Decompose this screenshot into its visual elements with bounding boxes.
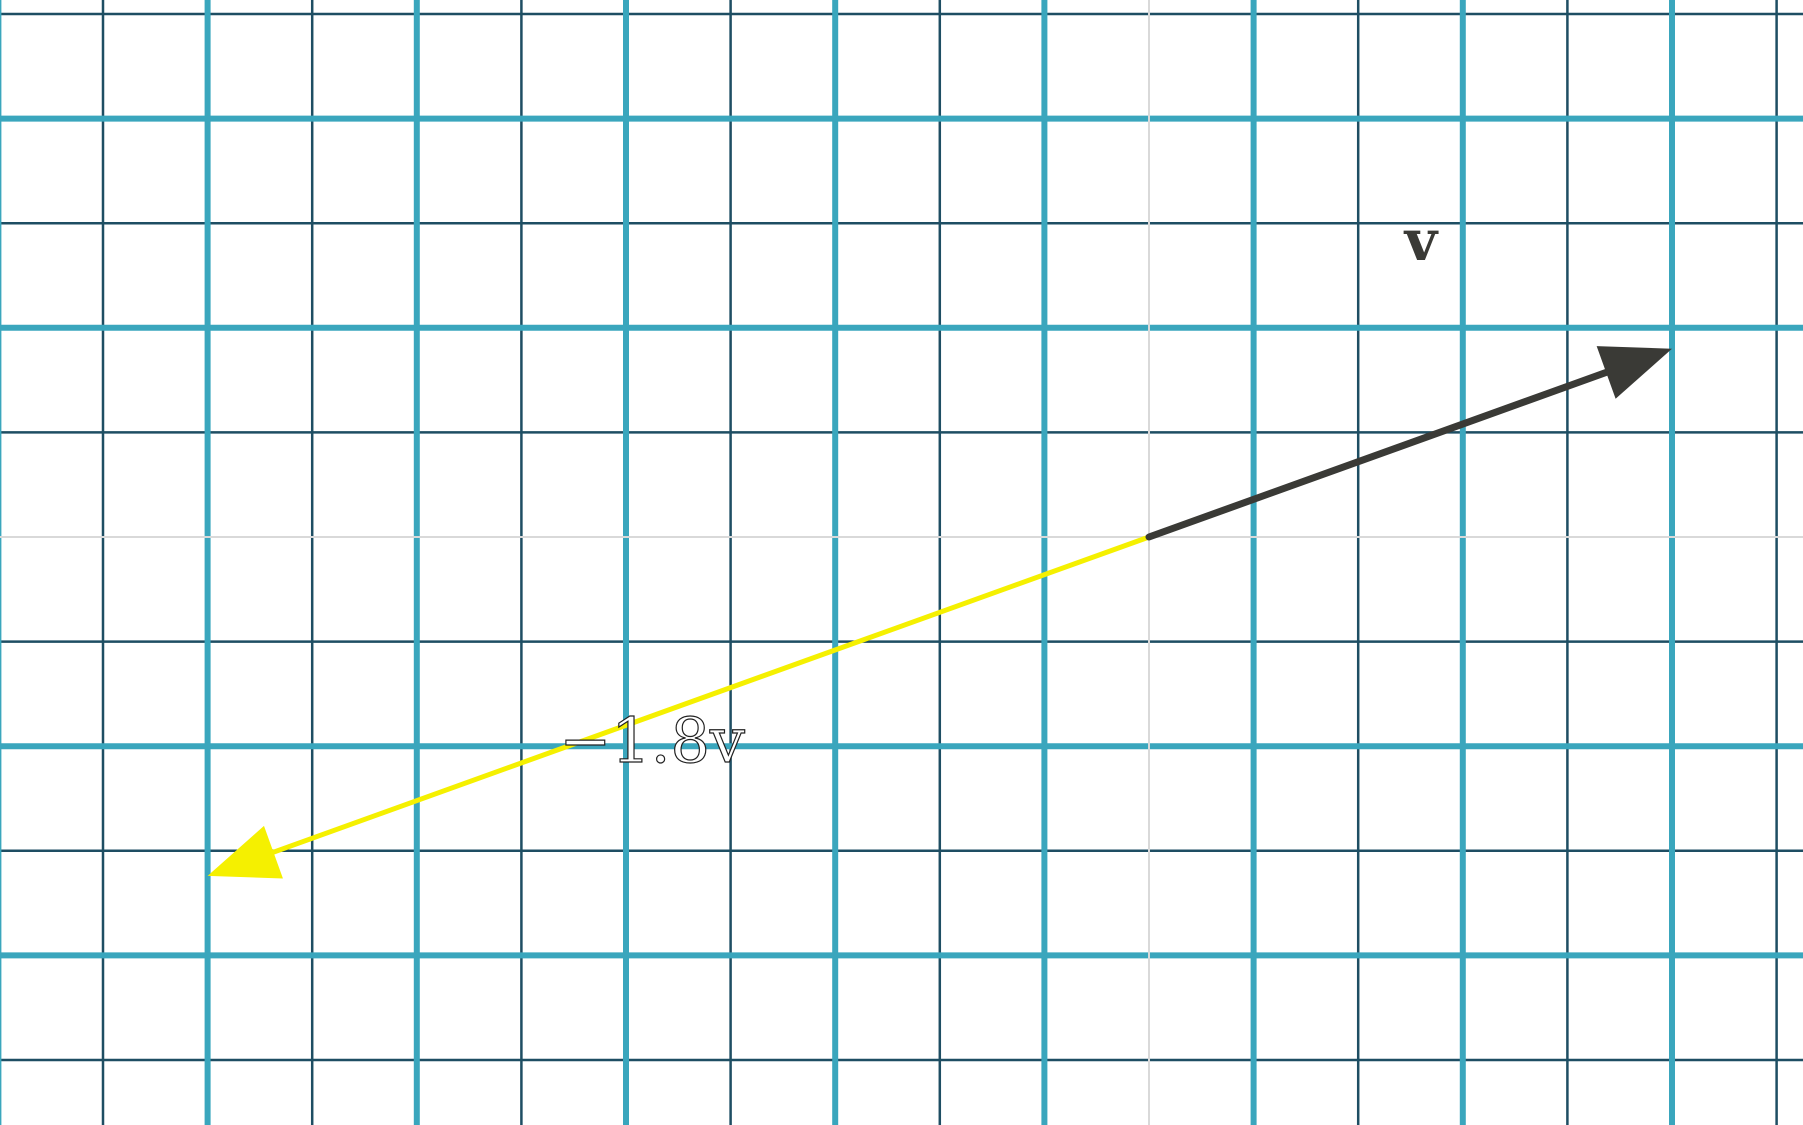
scaled-vector-label: −1.8v xyxy=(559,704,745,777)
vector-v-label: v xyxy=(1403,208,1439,274)
vector-v-label-symbol: v xyxy=(1403,208,1439,274)
vector-diagram: v −1.8v xyxy=(0,0,1803,1125)
scaled-vector-label-symbol: v xyxy=(709,704,745,777)
scaled-vector-label-prefix: −1.8 xyxy=(559,704,710,777)
